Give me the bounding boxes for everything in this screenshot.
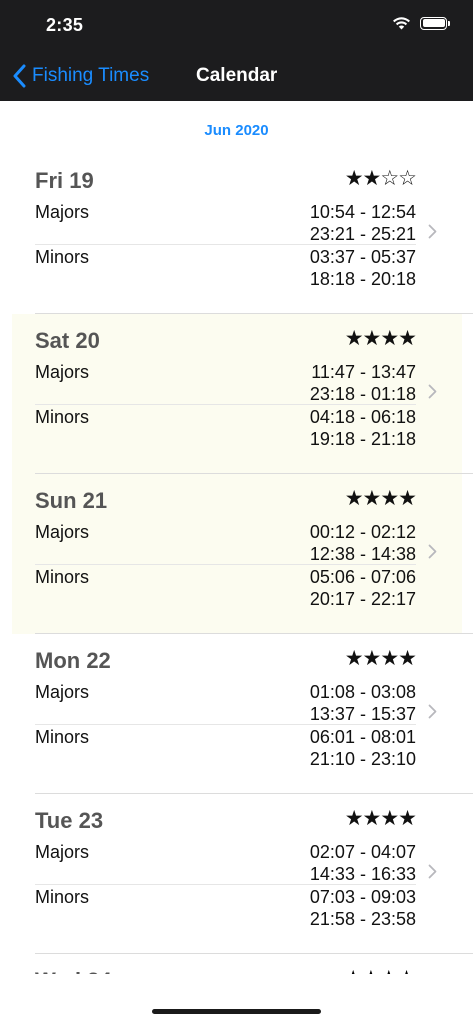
back-button[interactable]: Fishing Times (12, 50, 149, 101)
minor-time: 07:03 - 09:03 (309, 887, 416, 907)
star-rating: ★★☆☆ (344, 166, 417, 190)
minors-label: Minors (35, 247, 90, 267)
chevron-right-icon (428, 704, 437, 719)
minors-times: 05:06 - 07:06 20:17 - 22:17 (310, 566, 416, 610)
majors-times: 00:12 - 02:12 12:38 - 14:38 (310, 521, 416, 565)
major-time: 00:12 - 02:12 (309, 522, 416, 542)
divider (35, 884, 416, 885)
major-time: 01:08 - 03:08 (309, 682, 416, 702)
majors-label: Majors (35, 682, 90, 702)
major-time: 23:18 - 01:18 (309, 384, 416, 404)
minor-time: 05:06 - 07:06 (309, 567, 416, 587)
day-row-tue-23[interactable]: Tue 23 ★★★★ Majors 02:07 - 04:07 14:33 -… (0, 794, 473, 954)
major-time: 11:47 - 13:47 (311, 362, 416, 382)
divider (35, 724, 416, 725)
major-time: 02:07 - 04:07 (309, 842, 416, 862)
bottom-area (0, 974, 473, 1024)
major-time: 23:21 - 25:21 (309, 224, 416, 244)
minors-label: Minors (35, 727, 90, 747)
minors-times: 04:18 - 06:18 19:18 - 21:18 (310, 406, 416, 450)
navigation-bar: Fishing Times Calendar (0, 50, 473, 101)
minor-time: 18:18 - 20:18 (309, 269, 416, 289)
battery-icon (420, 16, 450, 30)
minors-times: 07:03 - 09:03 21:58 - 23:58 (310, 886, 416, 930)
divider (35, 244, 416, 245)
major-time: 14:33 - 16:33 (309, 864, 416, 884)
majors-times: 02:07 - 04:07 14:33 - 16:33 (310, 841, 416, 885)
day-row-mon-22[interactable]: Mon 22 ★★★★ Majors 01:08 - 03:08 13:37 -… (0, 634, 473, 794)
chevron-right-icon (428, 864, 437, 879)
minor-time: 21:58 - 23:58 (309, 909, 416, 929)
minor-time: 20:17 - 22:17 (309, 589, 416, 609)
chevron-right-icon (428, 224, 437, 239)
major-time: 12:38 - 14:38 (309, 544, 416, 564)
day-title: Sun 21 (35, 488, 108, 513)
minor-time: 03:37 - 05:37 (309, 247, 416, 267)
minors-label: Minors (35, 407, 90, 427)
minors-times: 06:01 - 08:01 21:10 - 23:10 (310, 726, 416, 770)
majors-label: Majors (35, 362, 90, 382)
major-time: 10:54 - 12:54 (309, 202, 416, 222)
star-rating: ★★★★ (344, 806, 417, 830)
status-bar: 2:35 (0, 0, 473, 50)
minor-time: 19:18 - 21:18 (309, 429, 416, 449)
wifi-icon (392, 16, 411, 30)
minor-time: 06:01 - 08:01 (309, 727, 416, 747)
divider (35, 404, 416, 405)
chevron-left-icon (12, 64, 26, 88)
minor-time: 21:10 - 23:10 (309, 749, 416, 769)
month-header: Jun 2020 (204, 122, 269, 139)
chevron-right-icon (428, 384, 437, 399)
majors-times: 10:54 - 12:54 23:21 - 25:21 (310, 201, 416, 245)
chevron-right-icon (428, 544, 437, 559)
status-icons (392, 16, 450, 30)
day-title: Fri 19 (35, 168, 94, 193)
day-title: Sat 20 (35, 328, 100, 353)
day-row-sat-20[interactable]: Sat 20 ★★★★ Majors 11:47 - 13:47 23:18 -… (12, 314, 473, 474)
majors-times: 01:08 - 03:08 13:37 - 15:37 (310, 681, 416, 725)
divider (35, 564, 416, 565)
majors-times: 11:47 - 13:47 23:18 - 01:18 (310, 361, 416, 405)
minors-label: Minors (35, 887, 90, 907)
minor-time: 04:18 - 06:18 (309, 407, 416, 427)
day-row-fri-19[interactable]: Fri 19 ★★☆☆ Majors 10:54 - 12:54 23:21 -… (0, 154, 473, 314)
minors-times: 03:37 - 05:37 18:18 - 20:18 (310, 246, 416, 290)
day-title: Tue 23 (35, 808, 104, 833)
home-indicator[interactable] (152, 1009, 321, 1014)
majors-label: Majors (35, 842, 90, 862)
star-rating: ★★★★ (344, 646, 417, 670)
day-title: Mon 22 (35, 648, 111, 673)
majors-label: Majors (35, 202, 90, 222)
majors-label: Majors (35, 522, 90, 542)
star-rating: ★★★★ (344, 486, 417, 510)
major-time: 13:37 - 15:37 (309, 704, 416, 724)
day-list: Fri 19 ★★☆☆ Majors 10:54 - 12:54 23:21 -… (0, 154, 473, 954)
row-divider (35, 953, 473, 954)
back-label: Fishing Times (32, 64, 150, 86)
star-rating: ★★★★ (344, 326, 417, 350)
status-time: 2:35 (46, 15, 84, 35)
page-title: Calendar (196, 65, 278, 86)
day-row-sun-21[interactable]: Sun 21 ★★★★ Majors 00:12 - 02:12 12:38 -… (12, 474, 473, 634)
minors-label: Minors (35, 567, 90, 587)
